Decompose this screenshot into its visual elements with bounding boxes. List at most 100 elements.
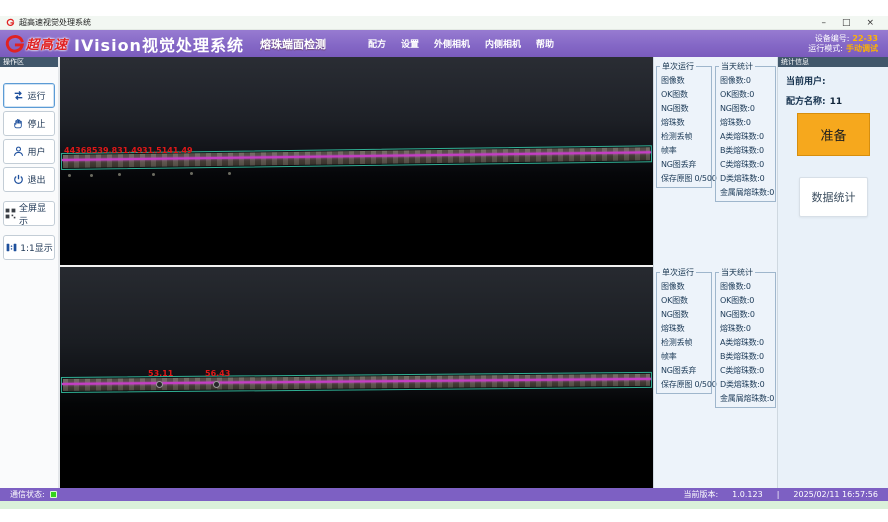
measurement-annotation: 53.11 — [148, 369, 173, 378]
stat-row: 金属屑熔珠数:0 — [720, 186, 775, 200]
stat-row: C类熔珠数:0 — [720, 158, 775, 172]
info-panel: 统计信息 当前用户: 配方名称: 11 准备 数据统计 — [777, 57, 888, 488]
status-bar: 通信状态: 当前版本: 1.0.123 | 2025/02/11 16:57:5… — [0, 488, 888, 501]
power-icon — [12, 173, 25, 186]
debris-mark — [118, 173, 121, 176]
group-title: 单次运行 — [660, 267, 696, 278]
measurement-annotation: 56.43 — [205, 369, 230, 378]
brand-swirl-icon — [4, 33, 26, 55]
comm-status-indicator — [50, 491, 57, 498]
debris-mark — [68, 174, 71, 177]
stat-row: NG图数:0 — [720, 102, 775, 116]
stat-row: 图像数 — [661, 280, 711, 294]
measurement-annotation: 44368539.831.49 — [64, 146, 142, 155]
stat-row: NG图数 — [661, 308, 711, 322]
run-mode-label: 运行模式: — [808, 44, 843, 53]
current-user-label: 当前用户: — [786, 77, 826, 87]
app-title: IVision视觉处理系统 — [74, 32, 244, 56]
stat-row: OK图数:0 — [720, 88, 775, 102]
debris-mark — [228, 172, 231, 175]
stat-row: A类熔珠数:0 — [720, 130, 775, 144]
sidebar-buttons: 运行 停止 用户 退出 — [0, 67, 58, 260]
stat-row: NG图数 — [661, 102, 711, 116]
stat-row: 帧率 — [661, 350, 711, 364]
run-button-label: 运行 — [27, 89, 45, 102]
exit-button-label: 退出 — [27, 173, 45, 186]
menu-item[interactable]: 内侧相机 — [485, 37, 521, 50]
stat-row: OK图数 — [661, 294, 711, 308]
run-button[interactable]: 运行 — [3, 83, 55, 108]
datetime-value: 2025/02/11 16:57:56 — [793, 490, 878, 499]
close-button[interactable]: × — [866, 17, 874, 29]
desktop-strip — [0, 501, 888, 509]
sidebar-title: 操作区 — [0, 57, 58, 67]
stat-row: 熔珠数 — [661, 322, 711, 336]
version-value: 1.0.123 — [732, 490, 763, 499]
current-user-row: 当前用户: — [786, 74, 888, 87]
fullscreen-grid-icon — [4, 207, 17, 220]
camera-views: 44368539.831.49 31.5141.49 53.11 56.43 — [60, 57, 653, 488]
device-number-value: 22-33 — [852, 34, 878, 43]
recipe-name-label: 配方名称: — [786, 97, 826, 107]
fullscreen-button[interactable]: 全屏显示 — [3, 201, 55, 226]
fullscreen-button-label: 全屏显示 — [19, 201, 54, 227]
data-statistics-button[interactable]: 数据统计 — [799, 177, 868, 217]
stat-row: OK图数:0 — [720, 294, 775, 308]
stat-row: D类熔珠数:0 — [720, 172, 775, 186]
stat-row: 保存原图 0/500 — [661, 172, 711, 186]
group-title: 当天统计 — [719, 267, 755, 278]
brand-name: 超高速 — [26, 34, 68, 53]
run-mode-value: 手动调试 — [846, 44, 878, 53]
stop-button-label: 停止 — [27, 117, 45, 130]
app-logo-icon — [6, 18, 15, 27]
user-icon — [12, 145, 25, 158]
main-area: 操作区 运行 停止 用户 — [0, 57, 888, 488]
recipe-name-value: 11 — [830, 97, 843, 107]
stat-row: 熔珠数:0 — [720, 116, 775, 130]
device-info: 设备编号:22-33 运行模式:手动调试 — [808, 34, 878, 54]
stat-row: B类熔珠数:0 — [720, 350, 775, 364]
exit-button[interactable]: 退出 — [3, 167, 55, 192]
menu-item[interactable]: 设置 — [401, 37, 419, 50]
device-number-label: 设备编号: — [815, 34, 850, 43]
run-cycle-icon — [12, 89, 25, 102]
group-title: 当天统计 — [719, 61, 755, 72]
single-run-group-bottom: 单次运行 图像数OK图数NG图数熔珠数检测丢帧帧率NG图丢弃保存原图 0/500 — [656, 272, 712, 394]
user-button[interactable]: 用户 — [3, 139, 55, 164]
stat-row: 帧率 — [661, 144, 711, 158]
stop-button[interactable]: 停止 — [3, 111, 55, 136]
window-titlebar: 超高速视觉处理系统 – □ × — [0, 16, 888, 30]
debris-mark — [152, 173, 155, 176]
version-label: 当前版本: — [683, 489, 718, 500]
bead-mark — [156, 381, 163, 388]
daily-stats-group-bottom: 当天统计 图像数:0OK图数:0NG图数:0熔珠数:0A类熔珠数:0B类熔珠数:… — [715, 272, 776, 408]
menu-item[interactable]: 帮助 — [536, 37, 554, 50]
menu-item[interactable]: 配方 — [368, 37, 386, 50]
camera-view-bottom[interactable]: 53.11 56.43 — [60, 267, 653, 488]
stat-row: 检测丢帧 — [661, 336, 711, 350]
menu-item[interactable]: 外侧相机 — [434, 37, 470, 50]
stat-row: 保存原图 0/500 — [661, 378, 711, 392]
minimize-button[interactable]: – — [821, 17, 826, 29]
maximize-button[interactable]: □ — [842, 17, 851, 29]
daily-stats-group-top: 当天统计 图像数:0OK图数:0NG图数:0熔珠数:0A类熔珠数:0B类熔珠数:… — [715, 66, 776, 202]
stat-row: 图像数:0 — [720, 280, 775, 294]
stat-row: 熔珠数 — [661, 116, 711, 130]
one-to-one-button[interactable]: 1:1显示 — [3, 235, 55, 260]
stat-row: NG图丢弃 — [661, 158, 711, 172]
debris-mark — [190, 172, 193, 175]
stat-row: D类熔珠数:0 — [720, 378, 775, 392]
app-header: 超高速 IVision视觉处理系统 熔珠端面检测 配方设置外侧相机内侧相机帮助 … — [0, 30, 888, 57]
debris-mark — [90, 174, 93, 177]
stat-row: A类熔珠数:0 — [720, 336, 775, 350]
info-panel-title: 统计信息 — [778, 57, 888, 67]
stat-row: NG图丢弃 — [661, 364, 711, 378]
recipe-name-row: 配方名称: 11 — [786, 94, 888, 107]
camera-view-top[interactable]: 44368539.831.49 31.5141.49 — [60, 57, 653, 265]
stat-row: C类熔珠数:0 — [720, 364, 775, 378]
stat-row: 检测丢帧 — [661, 130, 711, 144]
prepare-button[interactable]: 准备 — [797, 113, 870, 156]
main-menu: 配方 设置 外侧相机 内侧相机 帮助 — [368, 37, 554, 50]
single-run-group-top: 单次运行 图像数OK图数NG图数熔珠数检测丢帧帧率NG图丢弃保存原图 0/500 — [656, 66, 712, 188]
measurement-annotation: 31.5141.49 — [142, 146, 193, 155]
